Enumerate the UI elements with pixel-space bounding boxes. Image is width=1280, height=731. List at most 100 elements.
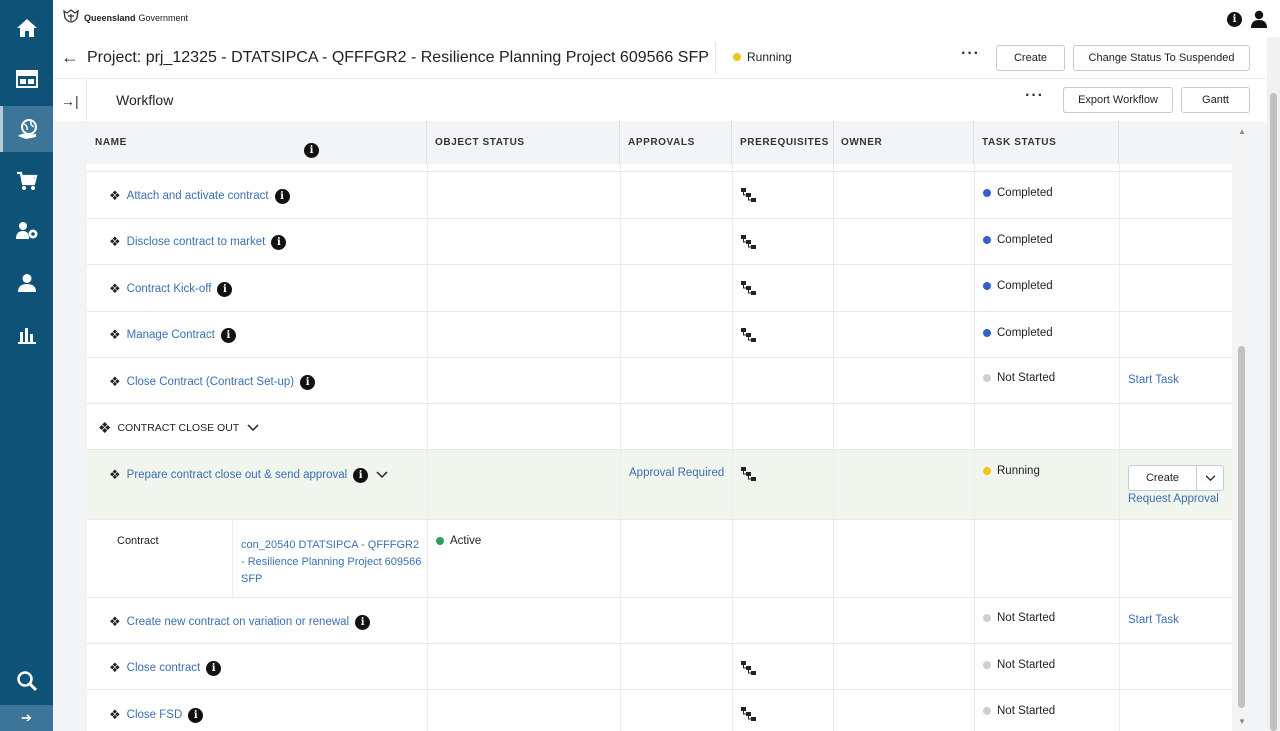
- table-row: ❖ Contract Kick-off i Completed: [87, 265, 1232, 312]
- prerequisites-icon[interactable]: [741, 235, 757, 249]
- scroll-down-icon[interactable]: ▼: [1238, 717, 1246, 726]
- table-scrollbar[interactable]: ▲ ▼: [1236, 121, 1248, 731]
- task-link[interactable]: Disclose contract to market: [127, 236, 266, 248]
- start-task-link[interactable]: Start Task: [1128, 614, 1179, 626]
- prerequisites-icon[interactable]: [741, 661, 757, 675]
- prerequisites-icon[interactable]: [741, 281, 757, 295]
- contract-label: Contract: [117, 535, 159, 547]
- status-dot: [733, 53, 741, 61]
- column-header-prerequisites[interactable]: PREREQUISITES: [732, 121, 834, 164]
- prerequisites-icon[interactable]: [741, 328, 757, 342]
- task-status: Completed: [997, 187, 1053, 199]
- task-status: Not Started: [997, 612, 1056, 624]
- export-workflow-button[interactable]: Export Workflow: [1063, 87, 1173, 113]
- column-header-task-status[interactable]: TASK STATUS: [974, 121, 1119, 164]
- person-icon[interactable]: [0, 260, 53, 306]
- task-link[interactable]: Close FSD: [127, 709, 183, 721]
- project-header: ← Project: prj_12325 - DTATSIPCA - QFFFG…: [53, 37, 1267, 79]
- table-row: ❖ Manage Contract i Completed: [87, 312, 1232, 358]
- workflow-title: Workflow: [116, 92, 174, 108]
- gantt-button[interactable]: Gantt: [1181, 87, 1250, 113]
- prerequisites-icon[interactable]: [741, 188, 757, 202]
- info-icon[interactable]: i: [206, 660, 222, 676]
- scroll-thumb[interactable]: [1238, 346, 1245, 708]
- table-row: ❖ Prepare contract close out & send appr…: [87, 450, 1232, 520]
- status-label: Running: [747, 50, 792, 64]
- chevron-down-icon[interactable]: [1197, 466, 1223, 490]
- task-link[interactable]: Contract Kick-off: [127, 283, 212, 295]
- task-link[interactable]: Close contract: [127, 662, 201, 674]
- info-icon[interactable]: i: [188, 707, 204, 723]
- table-row: ❖ Create new contract on variation or re…: [87, 598, 1232, 644]
- dashboard-icon[interactable]: [0, 56, 53, 102]
- approval-required-link[interactable]: Approval Required: [629, 467, 724, 479]
- column-header-name[interactable]: NAME: [87, 121, 427, 164]
- task-diamond-icon: ❖: [109, 188, 121, 203]
- change-status-button[interactable]: Change Status To Suspended: [1073, 45, 1250, 71]
- status-dot: [983, 236, 991, 244]
- table-row: [87, 164, 1232, 172]
- chevron-down-icon[interactable]: [247, 424, 259, 432]
- task-link[interactable]: Close Contract (Contract Set-up): [127, 376, 294, 388]
- task-diamond-icon: ❖: [109, 374, 121, 389]
- chevron-down-icon[interactable]: [376, 471, 388, 479]
- info-icon[interactable]: i: [304, 143, 319, 158]
- create-button[interactable]: Create: [1129, 466, 1197, 490]
- logo-text: Government: [138, 13, 189, 23]
- table-header: NAME i OBJECT STATUS APPROVALS PREREQUIS…: [87, 121, 1232, 164]
- group-diamond-icon: ❖: [98, 420, 112, 437]
- more-options-icon[interactable]: ···: [961, 45, 980, 63]
- contract-link[interactable]: con_20540 DTATSIPCA - QFFFGR2 - Resilien…: [241, 537, 423, 588]
- status-dot: [983, 707, 991, 715]
- task-link[interactable]: Prepare contract close out & send approv…: [127, 469, 348, 481]
- info-icon[interactable]: i: [300, 374, 316, 390]
- status-dot: [983, 661, 991, 669]
- sidebar: ➔: [0, 0, 53, 731]
- workflow-more-icon[interactable]: ···: [1025, 87, 1044, 105]
- status-dot: [436, 537, 444, 545]
- home-icon[interactable]: [0, 5, 53, 51]
- search-icon[interactable]: [0, 658, 53, 704]
- task-link[interactable]: Attach and activate contract: [127, 190, 269, 202]
- start-task-link[interactable]: Start Task: [1128, 374, 1179, 386]
- collapse-panel-icon[interactable]: →|: [61, 93, 79, 109]
- status-dot: [983, 282, 991, 290]
- info-icon[interactable]: i: [353, 467, 369, 483]
- group-label: CONTRACT CLOSE OUT: [117, 422, 240, 434]
- task-diamond-icon: ❖: [109, 234, 121, 249]
- column-header-owner[interactable]: OWNER: [833, 121, 974, 164]
- back-arrow-icon[interactable]: ←: [61, 47, 79, 68]
- bar-chart-icon[interactable]: [0, 312, 53, 358]
- info-icon[interactable]: i: [1227, 11, 1242, 27]
- expand-sidebar-icon[interactable]: ➔: [0, 705, 53, 731]
- task-link[interactable]: Create new contract on variation or rene…: [127, 616, 349, 628]
- object-status: Active: [450, 535, 482, 547]
- info-icon[interactable]: i: [220, 327, 236, 343]
- table-row: ❖ Disclose contract to market i Complete…: [87, 219, 1232, 265]
- user-icon[interactable]: [1250, 10, 1268, 28]
- cart-icon[interactable]: [0, 158, 53, 204]
- request-approval-link[interactable]: Request Approval: [1128, 493, 1219, 505]
- prerequisites-icon[interactable]: [741, 467, 757, 481]
- info-icon[interactable]: i: [271, 234, 287, 250]
- status-dot: [983, 614, 991, 622]
- info-icon[interactable]: i: [274, 188, 290, 204]
- task-link[interactable]: Manage Contract: [127, 329, 215, 341]
- prerequisites-icon[interactable]: [741, 707, 757, 721]
- task-diamond-icon: ❖: [109, 614, 121, 629]
- create-button[interactable]: Create: [996, 45, 1065, 71]
- info-icon[interactable]: i: [355, 614, 371, 630]
- people-gear-icon[interactable]: [0, 208, 53, 254]
- page-scroll-thumb[interactable]: [1270, 93, 1277, 731]
- column-header-approvals[interactable]: APPROVALS: [620, 121, 732, 164]
- page-scrollbar[interactable]: [1267, 37, 1280, 731]
- info-icon[interactable]: i: [217, 281, 233, 297]
- qld-government-logo: Queensland Government: [61, 8, 188, 28]
- globe-hand-icon[interactable]: [0, 106, 53, 152]
- status-dot: [983, 467, 991, 475]
- project-status: Running: [733, 50, 792, 64]
- scroll-up-icon[interactable]: ▲: [1238, 127, 1246, 136]
- column-header-object-status[interactable]: OBJECT STATUS: [427, 121, 620, 164]
- task-diamond-icon: ❖: [109, 327, 121, 342]
- contract-row: Contract con_20540 DTATSIPCA - QFFFGR2 -…: [87, 520, 1232, 598]
